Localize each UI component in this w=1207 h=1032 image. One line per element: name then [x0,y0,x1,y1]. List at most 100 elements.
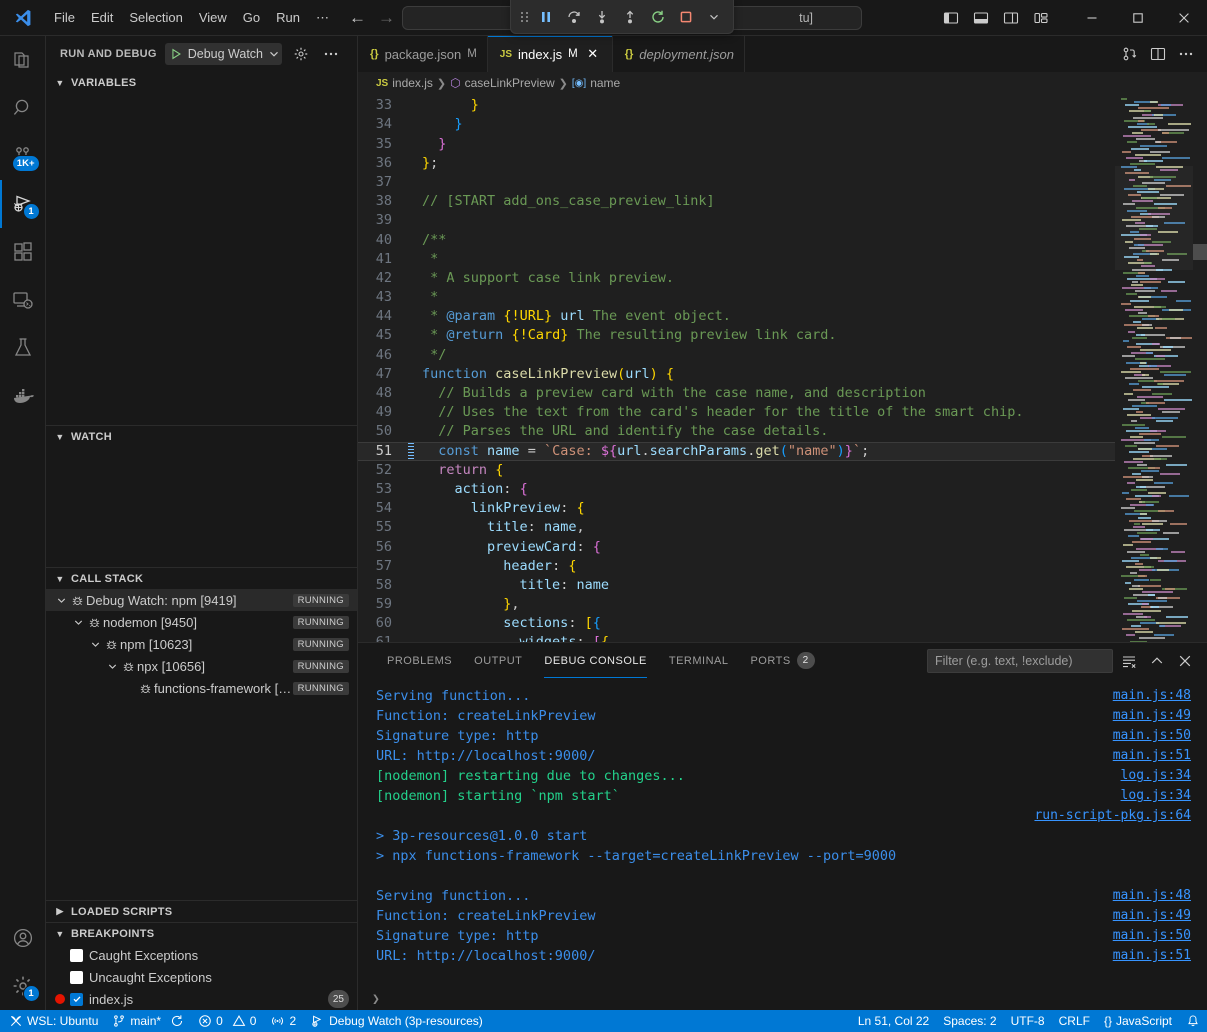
status-editor-indentation[interactable]: Spaces: 2 [936,1010,1003,1032]
activity-bar-item-run-and-debug[interactable]: 1 [0,180,46,228]
status-problems[interactable]: 0 0 [191,1010,263,1032]
status-notifications[interactable] [1179,1010,1207,1032]
pause-button[interactable] [533,5,559,29]
code-line[interactable]: 38// [START add_ons_case_preview_link] [358,192,1115,211]
line-number[interactable]: 40 [358,231,404,250]
console-source-link[interactable]: main.js:49 [1113,706,1201,726]
drag-grip-icon[interactable] [517,10,531,24]
section-header-call-stack[interactable]: ▼ CALL STACK [46,567,357,589]
console-source-link[interactable]: main.js:48 [1113,886,1201,906]
split-editor-button[interactable] [1145,41,1171,67]
console-source-link[interactable]: main.js:51 [1113,946,1201,966]
close-panel-button[interactable] [1173,649,1197,673]
code-line[interactable]: 60 sections: [{ [358,614,1115,633]
maximize-button[interactable] [1115,0,1161,36]
status-source-control-branch[interactable]: main* [105,1010,191,1032]
status-editor-eol[interactable]: CRLF [1052,1010,1097,1032]
code-line[interactable]: 41 * [358,250,1115,269]
section-header-breakpoints[interactable]: ▼ BREAKPOINTS [46,922,357,944]
activity-bar-item-remote-explorer[interactable] [0,276,46,324]
menu-go[interactable]: Go [235,0,268,35]
code-line[interactable]: 47function caseLinkPreview(url) { [358,365,1115,384]
sidebar-more-actions-button[interactable] [320,43,342,65]
status-debug-session[interactable]: Debug Watch (3p-resources) [303,1010,490,1032]
breadcrumb-item-symbol-function[interactable]: ⬡ caseLinkPreview [450,76,555,90]
chevron-down-icon[interactable] [71,617,85,628]
toggle-panel-button[interactable] [967,5,995,31]
debug-toolbar[interactable] [510,0,734,34]
line-number[interactable]: 43 [358,288,404,307]
status-editor-position[interactable]: Ln 51, Col 22 [851,1010,936,1032]
code-line[interactable]: 35 } [358,135,1115,154]
line-number[interactable]: 42 [358,269,404,288]
console-source-link[interactable]: log.js:34 [1121,786,1201,806]
menu-edit[interactable]: Edit [83,0,121,35]
call-stack-row[interactable]: Debug Watch: npm [9419]RUNNING [46,589,357,611]
console-source-link[interactable]: main.js:49 [1113,906,1201,926]
line-number[interactable]: 49 [358,403,404,422]
section-header-watch[interactable]: ▼ WATCH [46,425,357,447]
tab-ports[interactable]: PORTS 2 [739,643,825,678]
status-ports[interactable]: 2 [263,1010,303,1032]
code-line[interactable]: 46 */ [358,346,1115,365]
code-line[interactable]: 57 header: { [358,557,1115,576]
overview-ruler[interactable] [1193,94,1207,642]
breakpoint-row[interactable]: Uncaught Exceptions [46,966,357,988]
breakpoint-checkbox[interactable] [70,993,83,1006]
line-number[interactable]: 44 [358,307,404,326]
tab-problems[interactable]: PROBLEMS [376,643,463,678]
code-line[interactable]: 44 * @param {!URL} url The event object. [358,307,1115,326]
call-stack-row[interactable]: nodemon [9450]RUNNING [46,611,357,633]
minimap[interactable] [1115,94,1207,642]
activity-bar-item-manage-settings[interactable]: 1 [0,962,46,1010]
sync-icon[interactable] [170,1014,184,1028]
tab-terminal[interactable]: TERMINAL [658,643,740,678]
line-number[interactable]: 45 [358,326,404,345]
debug-console-output[interactable]: Serving function...main.js:48Function: c… [358,678,1207,988]
console-filter-input[interactable]: Filter (e.g. text, !exclude) [927,649,1113,673]
breadcrumb-item-symbol-variable[interactable]: [◉] name [572,76,620,90]
line-number[interactable]: 35 [358,135,404,154]
chevron-down-icon[interactable] [105,661,119,672]
code-line[interactable]: 39 [358,211,1115,230]
code-line[interactable]: 61 widgets: [{ [358,633,1115,642]
debug-console-input[interactable]: ❯ [358,988,1207,1010]
code-line[interactable]: 43 * [358,288,1115,307]
tab-output[interactable]: OUTPUT [463,643,533,678]
menu-view[interactable]: View [191,0,235,35]
code-editor[interactable]: 32 return res.json(caseLinkPreview(parse… [358,94,1207,642]
line-number[interactable]: 47 [358,365,404,384]
code-line[interactable]: 42 * A support case link preview. [358,269,1115,288]
line-number[interactable]: 41 [358,250,404,269]
line-number[interactable]: 50 [358,422,404,441]
call-stack-row[interactable]: functions-framework [106…RUNNING [46,677,357,699]
breakpoint-checkbox[interactable] [70,949,83,962]
line-number[interactable]: 55 [358,518,404,537]
code-line[interactable]: 56 previewCard: { [358,538,1115,557]
run-and-debug-editor-button[interactable] [1117,41,1143,67]
toggle-primary-sidebar-button[interactable] [937,5,965,31]
section-header-loaded-scripts[interactable]: ▶ LOADED SCRIPTS [46,900,357,922]
status-editor-language[interactable]: {} JavaScript [1097,1010,1179,1032]
code-line[interactable]: 34 } [358,115,1115,134]
line-number[interactable]: 37 [358,173,404,192]
line-number[interactable]: 34 [358,115,404,134]
status-remote-indicator[interactable]: WSL: Ubuntu [0,1010,105,1032]
console-source-link[interactable]: log.js:34 [1121,766,1201,786]
arrow-left-icon[interactable]: ← [349,9,366,26]
console-source-link[interactable]: main.js:51 [1113,746,1201,766]
line-number[interactable]: 51 [358,442,404,461]
breadcrumb-item-file[interactable]: JS index.js [376,76,433,90]
start-debugging-icon[interactable] [169,47,183,61]
scrollbar-thumb[interactable] [1193,244,1207,260]
restart-button[interactable] [645,5,671,29]
code-line[interactable]: 58 title: name [358,576,1115,595]
bell-icon[interactable] [1186,1014,1200,1028]
activity-bar-item-docker[interactable] [0,372,46,420]
open-launch-settings-button[interactable] [290,43,312,65]
line-number[interactable]: 56 [358,538,404,557]
line-number[interactable]: 59 [358,595,404,614]
code-line[interactable]: 52 return { [358,461,1115,480]
line-number[interactable]: 60 [358,614,404,633]
status-editor-encoding[interactable]: UTF-8 [1004,1010,1052,1032]
